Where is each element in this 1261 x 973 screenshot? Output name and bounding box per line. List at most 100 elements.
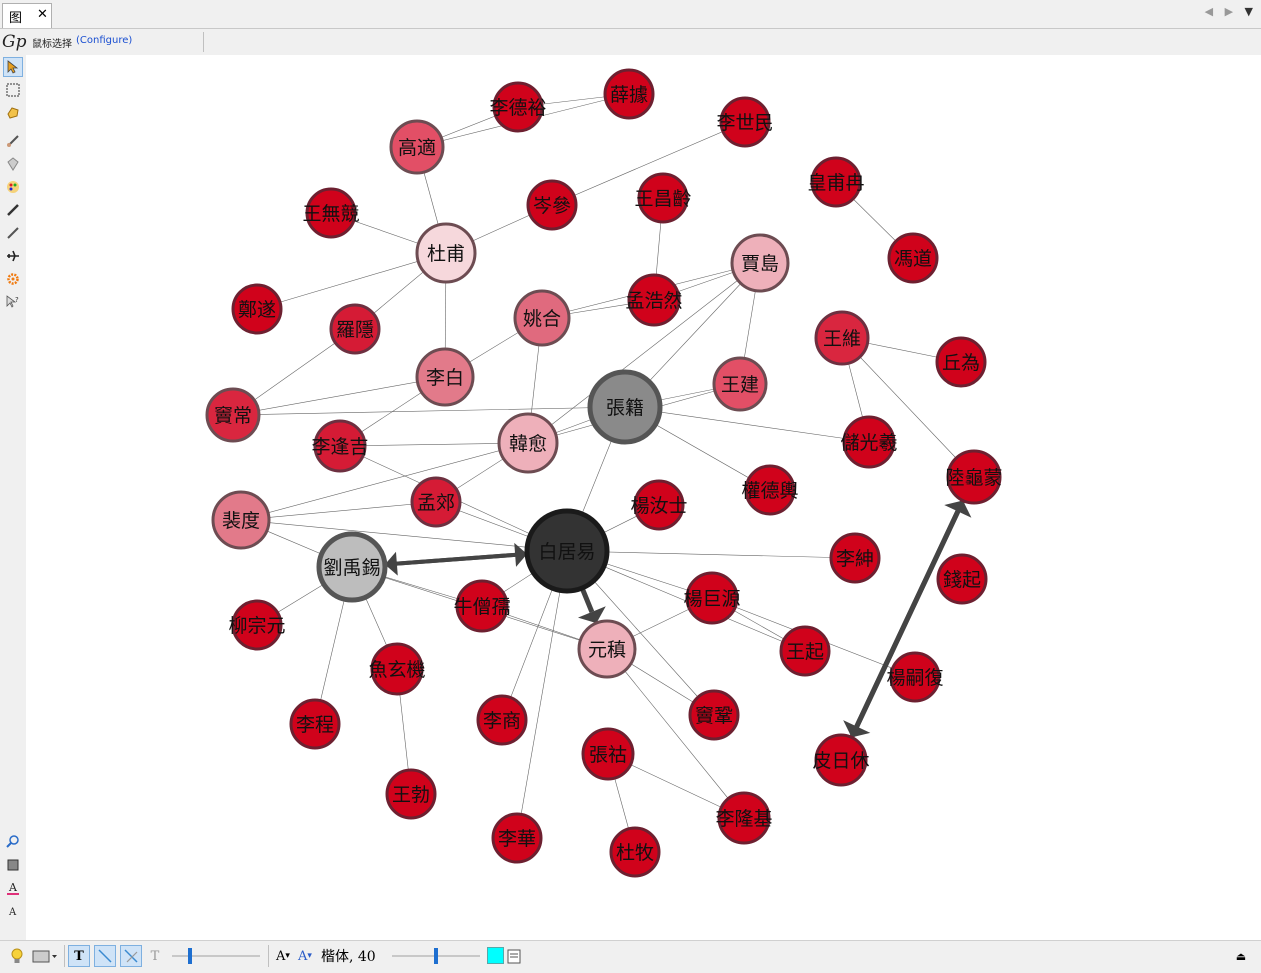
node-luguimeng[interactable]: 陸龜蒙 <box>945 449 1003 505</box>
pointer-tool-icon[interactable] <box>3 57 23 77</box>
edge-pencil-icon[interactable] <box>3 223 23 243</box>
node-hanyu[interactable]: 韓愈 <box>497 412 559 474</box>
font-name-size-label[interactable]: 楷体, 40 <box>321 946 376 966</box>
node-huangfuran[interactable]: 皇甫冉 <box>807 156 865 208</box>
node-zhanghu[interactable]: 張祜 <box>581 727 635 781</box>
divider <box>268 945 269 967</box>
node-label: 竇鞏 <box>695 705 733 727</box>
node-luoyin[interactable]: 羅隱 <box>329 303 381 355</box>
node-lihua[interactable]: 李華 <box>491 812 543 864</box>
node-label: 王維 <box>823 328 861 350</box>
edge-scale-slider[interactable] <box>172 948 260 964</box>
screenshot-icon[interactable] <box>30 945 60 967</box>
diamond-icon[interactable] <box>3 154 23 174</box>
close-icon[interactable]: ✕ <box>37 7 48 22</box>
node-label: 李白 <box>426 367 464 389</box>
node-zhengguo[interactable]: 鄭遂 <box>231 283 283 335</box>
node-yangruji[interactable]: 楊汝士 <box>630 479 688 531</box>
slider-thumb[interactable] <box>434 948 438 964</box>
airplane-icon[interactable] <box>3 246 23 266</box>
graph-canvas[interactable]: 白居易 張籍劉禹錫 杜甫 賈島韓愈元稹 李白裴度 姚合王建 高適竇常 羅隱孟郊 李逢吉 李德裕 薛據… <box>26 55 1261 940</box>
node-peidu[interactable]: 裴度 <box>211 490 271 550</box>
node-fengdao[interactable]: 馮道 <box>887 232 939 284</box>
node-niusengru[interactable]: 牛僧孺 <box>453 579 511 633</box>
attributes-icon[interactable] <box>505 945 523 967</box>
node-dumu[interactable]: 杜牧 <box>609 826 661 878</box>
node-dufu[interactable]: 杜甫 <box>415 222 477 284</box>
edge-color-icon[interactable] <box>120 945 142 967</box>
node-pirixiu[interactable]: 皮日休 <box>812 733 870 787</box>
node-libai_r[interactable]: 白居易 <box>524 508 610 594</box>
node-lifengji[interactable]: 李逢吉 <box>311 419 369 473</box>
edge-peidu-hanyu <box>240 442 529 521</box>
node-label: 楊汝士 <box>630 495 687 517</box>
node-yuxuanji[interactable]: 魚玄機 <box>368 642 426 696</box>
node-menghaoran[interactable]: 孟浩然 <box>625 273 683 327</box>
background-color-icon[interactable] <box>3 855 23 875</box>
node-zhangji[interactable]: 張籍 <box>587 369 663 445</box>
rectangle-select-icon[interactable] <box>3 80 23 100</box>
node-wangwei[interactable]: 王維 <box>814 310 870 366</box>
node-label: 賈島 <box>741 253 779 275</box>
label-size-text-icon[interactable]: T <box>146 945 164 967</box>
node-label: 白居易 <box>538 541 595 563</box>
node-gaoshi[interactable]: 高適 <box>389 119 445 175</box>
chevron-down-icon[interactable]: ▼ <box>1245 5 1253 18</box>
node-lishimin[interactable]: 李世民 <box>716 96 774 148</box>
node-quandeyu[interactable]: 權德輿 <box>741 464 799 516</box>
node-lideyu[interactable]: 李德裕 <box>489 81 547 133</box>
node-jiadao[interactable]: 賈島 <box>730 233 790 293</box>
node-yangjuyuan[interactable]: 楊巨源 <box>683 571 741 625</box>
node-lishang[interactable]: 李商 <box>476 694 528 746</box>
node-yangsifu[interactable]: 楊嗣復 <box>886 651 944 703</box>
node-liuzongyuan[interactable]: 柳宗元 <box>228 599 286 651</box>
node-censhen[interactable]: 岑參 <box>526 179 578 231</box>
node-label: 羅隱 <box>336 319 374 341</box>
node-wangqi[interactable]: 王起 <box>779 625 831 677</box>
font-decrease-icon[interactable]: A ▾ <box>274 945 292 967</box>
node-lishen[interactable]: 李紳 <box>829 532 881 584</box>
tab-graph[interactable]: 图 ✕ <box>2 3 52 28</box>
expand-icon[interactable]: ⏏ <box>1232 945 1250 967</box>
chevron-left-icon[interactable]: ◀ <box>1205 5 1213 18</box>
node-label: 儲光羲 <box>840 432 897 454</box>
help-pointer-icon[interactable]: ? <box>3 292 23 312</box>
node-label: 王建 <box>721 374 759 396</box>
show-labels-icon[interactable]: T <box>68 945 90 967</box>
lasso-select-icon[interactable] <box>3 103 23 123</box>
node-libai[interactable]: 李白 <box>415 347 475 407</box>
node-yaohe[interactable]: 姚合 <box>513 289 571 347</box>
lightbulb-icon[interactable] <box>8 945 26 967</box>
chevron-right-icon[interactable]: ▶ <box>1225 5 1233 18</box>
font-color-icon[interactable]: A ▾ <box>296 945 314 967</box>
node-label: 薛據 <box>610 84 648 106</box>
font-size-slider[interactable] <box>392 948 480 964</box>
node-liuyuxi[interactable]: 劉禹錫 <box>316 531 388 603</box>
node-xueju[interactable]: 薛據 <box>603 68 655 120</box>
gear-icon[interactable] <box>3 269 23 289</box>
node-wangchangling[interactable]: 王昌齡 <box>634 172 692 224</box>
node-lilongji[interactable]: 李隆基 <box>715 791 773 845</box>
zoom-icon[interactable] <box>3 831 23 851</box>
node-wangbo[interactable]: 王勃 <box>385 768 437 820</box>
node-label: 李商 <box>483 710 521 732</box>
node-chuguangxi[interactable]: 儲光羲 <box>840 415 898 469</box>
node-doumou[interactable]: 竇鞏 <box>688 689 740 741</box>
slider-thumb[interactable] <box>188 948 192 964</box>
label-size-icon[interactable]: A <box>3 901 23 921</box>
node-licheng[interactable]: 李程 <box>289 698 341 750</box>
palette-icon[interactable] <box>3 177 23 197</box>
node-qiuwei[interactable]: 丘為 <box>935 336 987 388</box>
node-wangwuji[interactable]: 王無競 <box>302 187 360 239</box>
node-qianqi[interactable]: 錢起 <box>936 553 988 605</box>
configure-link[interactable]: (Configure) <box>76 35 132 46</box>
node-yuanzhen[interactable]: 元稹 <box>577 619 637 679</box>
label-color-icon[interactable]: A <box>3 878 23 898</box>
brush-icon[interactable] <box>3 131 23 151</box>
node-doulchang[interactable]: 竇常 <box>205 387 261 443</box>
pencil-icon[interactable] <box>3 200 23 220</box>
label-color-swatch[interactable] <box>487 947 504 964</box>
node-mengjiao[interactable]: 孟郊 <box>410 476 462 528</box>
node-wangjian[interactable]: 王建 <box>712 356 768 412</box>
show-edges-icon[interactable] <box>94 945 116 967</box>
